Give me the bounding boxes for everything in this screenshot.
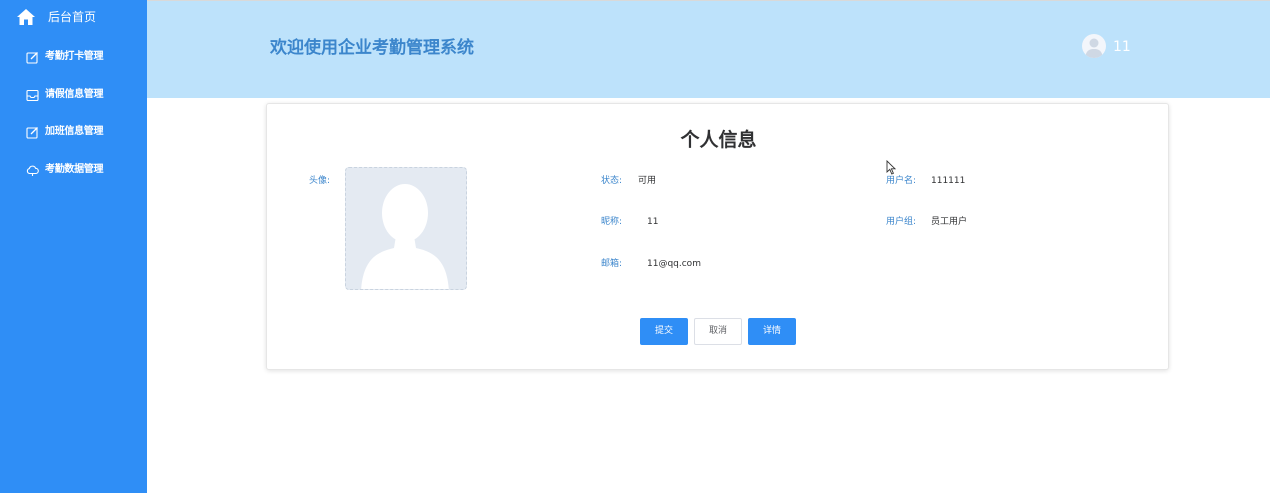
sidebar-item-label: 后台首页 [48,10,97,24]
edit-icon [26,127,38,139]
details-button[interactable]: 详情 [748,318,796,345]
group-value: 员工用户 [931,217,968,227]
avatar-upload[interactable] [345,167,467,290]
email-value: 11@qq.com [647,259,701,269]
sidebar-item-overtime[interactable]: 加班信息管理 [0,118,147,148]
page-title: 欢迎使用企业考勤管理系统 [270,38,474,58]
status-value: 可用 [638,176,657,186]
nickname-value: 11 [647,217,659,227]
username-value: 111111 [931,176,966,186]
header-username[interactable]: 11 [1113,39,1131,55]
sidebar-item-label: 考勤打卡管理 [45,51,104,62]
submit-button[interactable]: 提交 [640,318,688,345]
cancel-button[interactable]: 取消 [694,318,742,345]
username-label: 用户名: [886,176,917,186]
avatar-placeholder-icon [361,184,449,289]
avatar-silhouette [1085,38,1103,58]
profile-title: 个人信息 [680,129,757,151]
user-avatar-icon[interactable] [1082,34,1106,58]
home-icon [17,9,35,25]
cloud-icon [26,165,39,176]
profile-card: 个人信息 头像: 状态: 可用 用户名: 111111 昵称: 11 用户组: … [266,103,1169,370]
email-label: 邮箱: [601,259,623,269]
status-label: 状态: [601,176,623,186]
group-label: 用户组: [886,217,917,227]
edit-icon [26,52,38,64]
sidebar-item-home[interactable]: 后台首页 [0,0,147,36]
nickname-label: 昵称: [601,217,623,227]
sidebar-item-label: 请假信息管理 [45,89,104,100]
mouse-cursor-icon [886,160,896,175]
inbox-icon [26,89,39,102]
sidebar: 后台首页 考勤打卡管理 请假信息管理 加班信息管理 考勤数据管理 [0,0,147,493]
top-header: 欢迎使用企业考勤管理系统 11 [147,1,1270,98]
app-root: 后台首页 考勤打卡管理 请假信息管理 加班信息管理 考勤数据管理 欢迎使用企业考… [0,0,1270,493]
avatar-label: 头像: [309,176,331,186]
sidebar-item-label: 加班信息管理 [45,126,104,137]
sidebar-item-attendance-data[interactable]: 考勤数据管理 [0,156,147,186]
sidebar-item-label: 考勤数据管理 [45,164,104,175]
sidebar-item-attendance-clock[interactable]: 考勤打卡管理 [0,43,147,73]
sidebar-item-leave[interactable]: 请假信息管理 [0,81,147,111]
